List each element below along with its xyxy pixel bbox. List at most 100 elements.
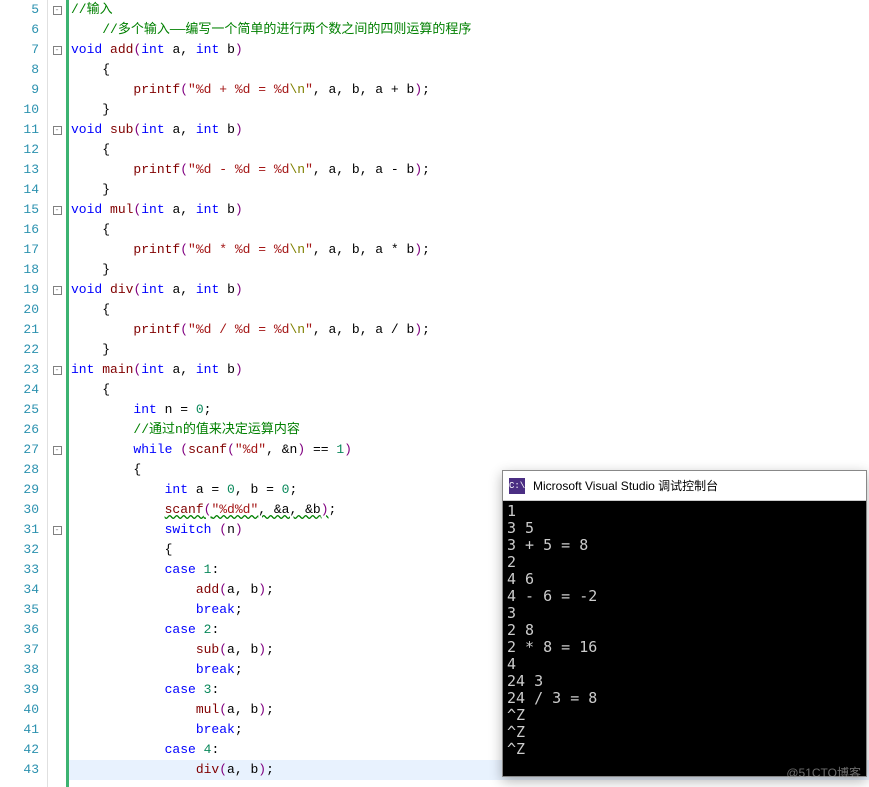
code-line[interactable]: { (69, 220, 869, 240)
fold-gutter-line (48, 600, 66, 620)
line-number: 7 (0, 40, 39, 60)
code-line[interactable]: //多个输入——编写一个简单的进行两个数之间的四则运算的程序 (69, 20, 869, 40)
line-number: 13 (0, 160, 39, 180)
code-line[interactable]: { (69, 60, 869, 80)
line-number: 40 (0, 700, 39, 720)
fold-toggle-icon[interactable]: - (53, 6, 62, 15)
fold-gutter-line (48, 480, 66, 500)
code-line[interactable]: } (69, 100, 869, 120)
code-line[interactable]: { (69, 380, 869, 400)
code-line[interactable]: int n = 0; (69, 400, 869, 420)
code-line[interactable]: void mul(int a, int b) (69, 200, 869, 220)
line-number: 22 (0, 340, 39, 360)
line-number: 21 (0, 320, 39, 340)
fold-gutter-line (48, 380, 66, 400)
line-number: 31 (0, 520, 39, 540)
fold-gutter-line (48, 580, 66, 600)
fold-toggle-icon[interactable]: - (53, 526, 62, 535)
fold-gutter-line: - (48, 200, 66, 220)
fold-gutter-line (48, 700, 66, 720)
code-line[interactable]: void sub(int a, int b) (69, 120, 869, 140)
line-number: 8 (0, 60, 39, 80)
fold-gutter-line (48, 560, 66, 580)
fold-gutter-line (48, 660, 66, 680)
code-line[interactable]: } (69, 260, 869, 280)
fold-toggle-icon[interactable]: - (53, 286, 62, 295)
line-number: 39 (0, 680, 39, 700)
code-line[interactable]: } (69, 180, 869, 200)
code-line[interactable]: printf("%d + %d = %d\n", a, b, a + b); (69, 80, 869, 100)
fold-gutter-line (48, 160, 66, 180)
line-number: 27 (0, 440, 39, 460)
code-line[interactable]: { (69, 140, 869, 160)
line-number: 26 (0, 420, 39, 440)
fold-toggle-icon[interactable]: - (53, 366, 62, 375)
line-number: 30 (0, 500, 39, 520)
fold-gutter-line (48, 640, 66, 660)
line-number: 38 (0, 660, 39, 680)
line-number: 17 (0, 240, 39, 260)
fold-gutter-line (48, 220, 66, 240)
line-number: 6 (0, 20, 39, 40)
line-number: 34 (0, 580, 39, 600)
line-number: 24 (0, 380, 39, 400)
console-window: C:\ Microsoft Visual Studio 调试控制台 1 3 5 … (502, 470, 867, 777)
fold-gutter-line (48, 620, 66, 640)
code-line[interactable]: void add(int a, int b) (69, 40, 869, 60)
code-line[interactable]: { (69, 300, 869, 320)
fold-gutter-line (48, 60, 66, 80)
fold-gutter-line (48, 80, 66, 100)
line-number: 15 (0, 200, 39, 220)
line-number-gutter: 5678910111213141516171819202122232425262… (0, 0, 48, 787)
fold-gutter-line: - (48, 520, 66, 540)
code-line[interactable]: while (scanf("%d", &n) == 1) (69, 440, 869, 460)
line-number: 33 (0, 560, 39, 580)
console-title: Microsoft Visual Studio 调试控制台 (533, 477, 718, 494)
fold-toggle-icon[interactable]: - (53, 46, 62, 55)
line-number: 41 (0, 720, 39, 740)
code-line[interactable]: //输入 (69, 0, 869, 20)
console-icon: C:\ (509, 478, 525, 494)
line-number: 23 (0, 360, 39, 380)
code-line[interactable]: //通过n的值来决定运算内容 (69, 420, 869, 440)
fold-toggle-icon[interactable]: - (53, 126, 62, 135)
code-line[interactable]: } (69, 340, 869, 360)
line-number: 35 (0, 600, 39, 620)
fold-gutter-line: - (48, 40, 66, 60)
line-number: 19 (0, 280, 39, 300)
fold-gutter-line (48, 540, 66, 560)
fold-gutter-line (48, 240, 66, 260)
line-number: 14 (0, 180, 39, 200)
code-line[interactable]: printf("%d / %d = %d\n", a, b, a / b); (69, 320, 869, 340)
line-number: 43 (0, 760, 39, 780)
fold-gutter-line (48, 720, 66, 740)
line-number: 9 (0, 80, 39, 100)
line-number: 5 (0, 0, 39, 20)
line-number: 10 (0, 100, 39, 120)
fold-gutter-line (48, 320, 66, 340)
code-line[interactable]: printf("%d * %d = %d\n", a, b, a * b); (69, 240, 869, 260)
code-line[interactable]: int main(int a, int b) (69, 360, 869, 380)
fold-gutter-line (48, 420, 66, 440)
fold-gutter-line: - (48, 280, 66, 300)
fold-gutter-line: - (48, 360, 66, 380)
fold-toggle-icon[interactable]: - (53, 446, 62, 455)
fold-toggle-icon[interactable]: - (53, 206, 62, 215)
fold-gutter-line (48, 680, 66, 700)
line-number: 18 (0, 260, 39, 280)
fold-gutter-line (48, 260, 66, 280)
code-line[interactable]: void div(int a, int b) (69, 280, 869, 300)
fold-gutter-line (48, 500, 66, 520)
line-number: 25 (0, 400, 39, 420)
console-output[interactable]: 1 3 5 3 + 5 = 8 2 4 6 4 - 6 = -2 3 2 8 2… (503, 501, 866, 760)
line-number: 16 (0, 220, 39, 240)
fold-gutter-line (48, 20, 66, 40)
line-number: 37 (0, 640, 39, 660)
line-number: 29 (0, 480, 39, 500)
fold-gutter-line (48, 400, 66, 420)
fold-gutter-line (48, 460, 66, 480)
code-line[interactable]: printf("%d - %d = %d\n", a, b, a - b); (69, 160, 869, 180)
line-number: 36 (0, 620, 39, 640)
line-number: 28 (0, 460, 39, 480)
console-titlebar[interactable]: C:\ Microsoft Visual Studio 调试控制台 (503, 471, 866, 501)
